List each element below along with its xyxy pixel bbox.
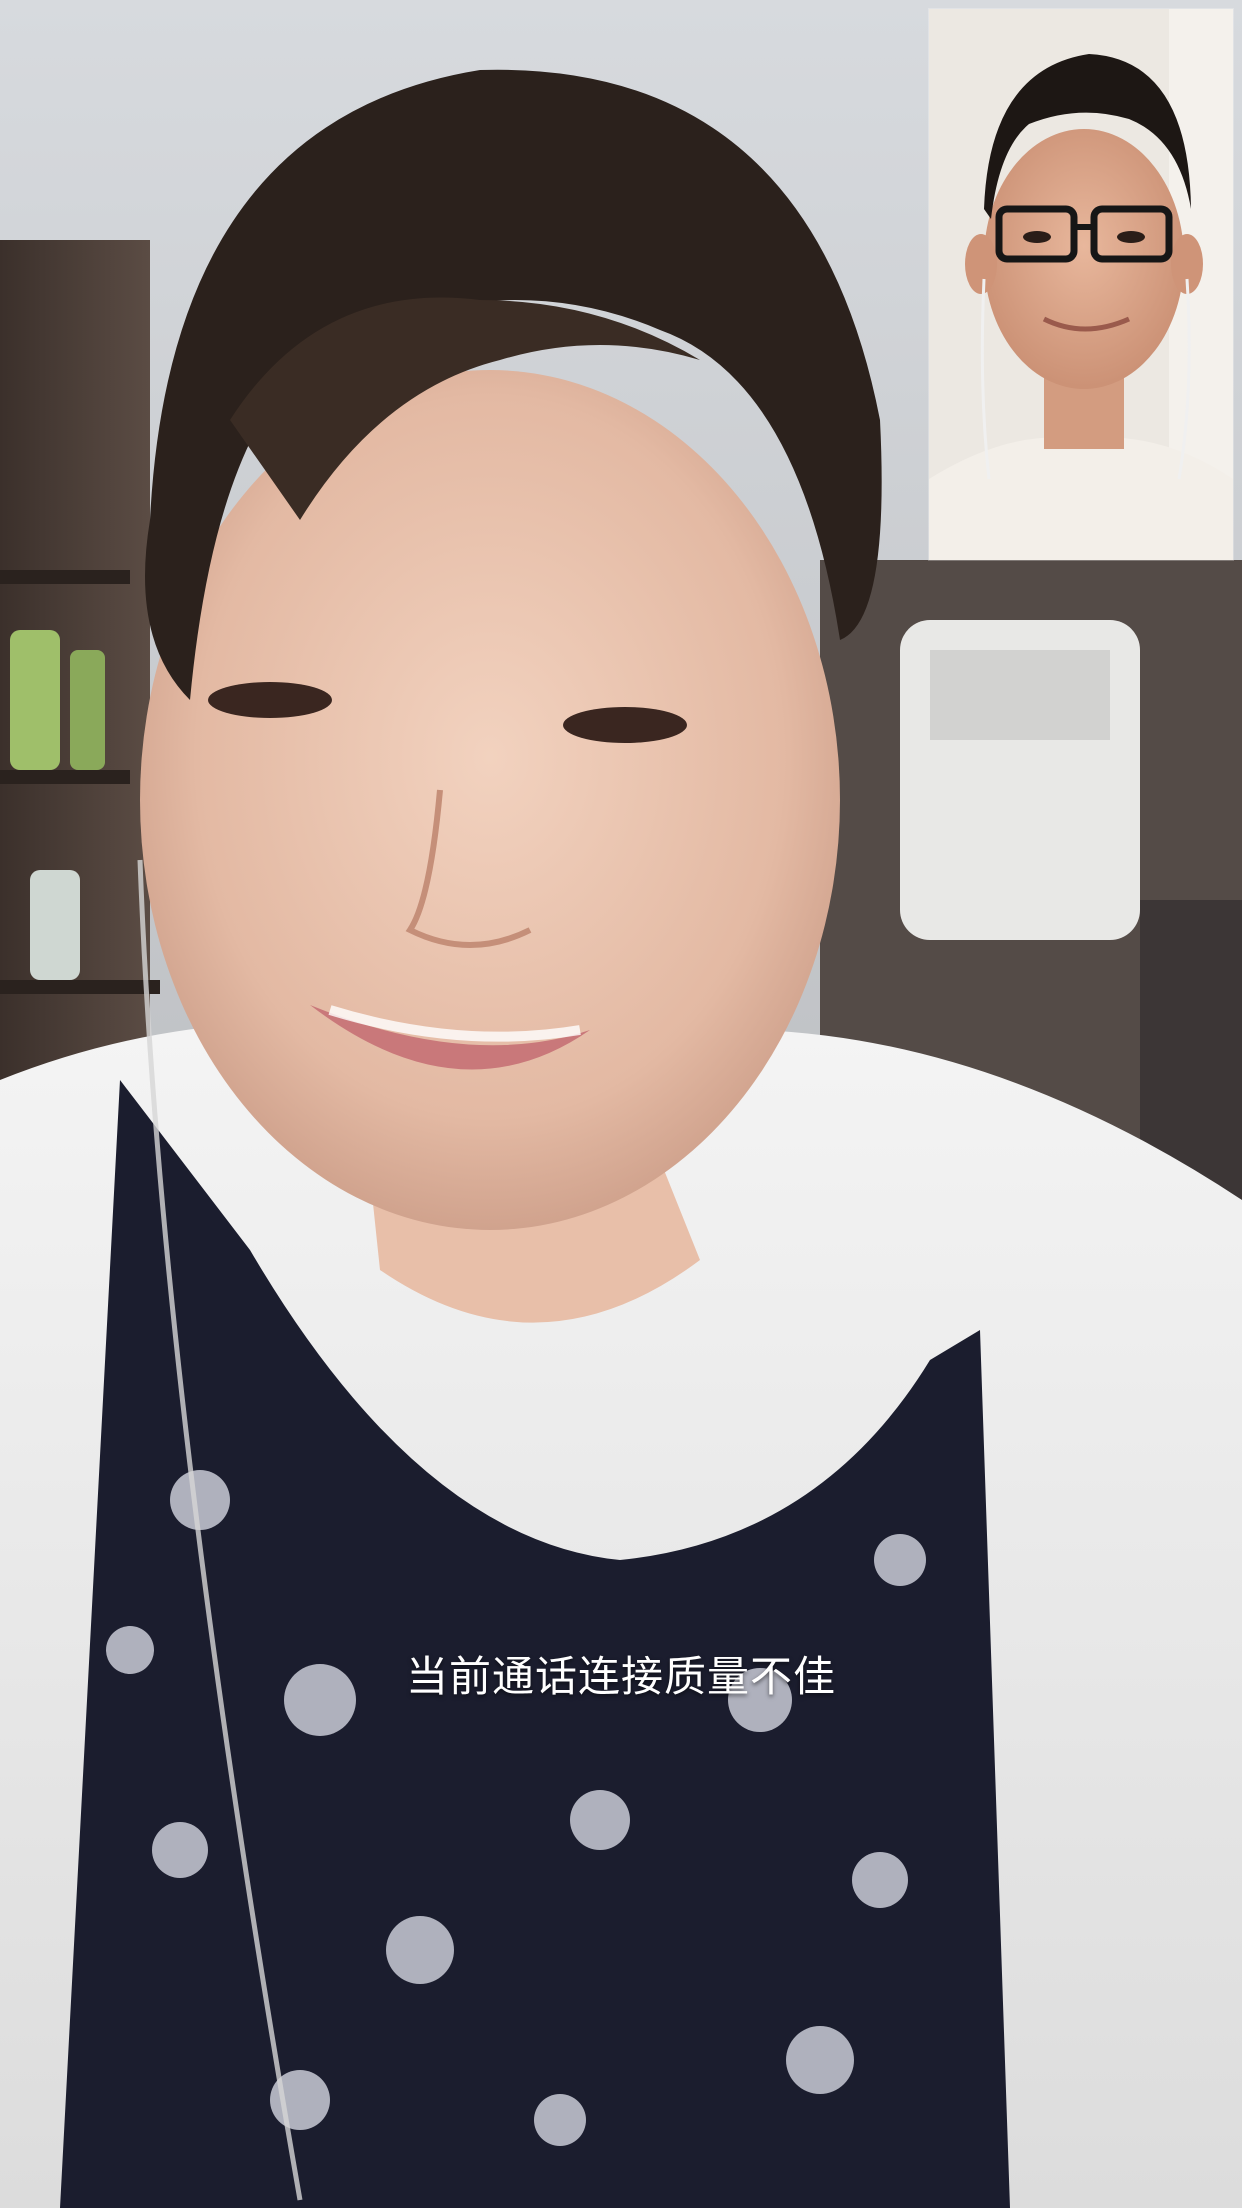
video-call-screen: 当前通话连接质量不佳 [0, 0, 1242, 2208]
local-camera-preview[interactable] [929, 9, 1233, 560]
self-camera-image [929, 9, 1233, 560]
connection-quality-message: 当前通话连接质量不佳 [405, 1652, 836, 1701]
